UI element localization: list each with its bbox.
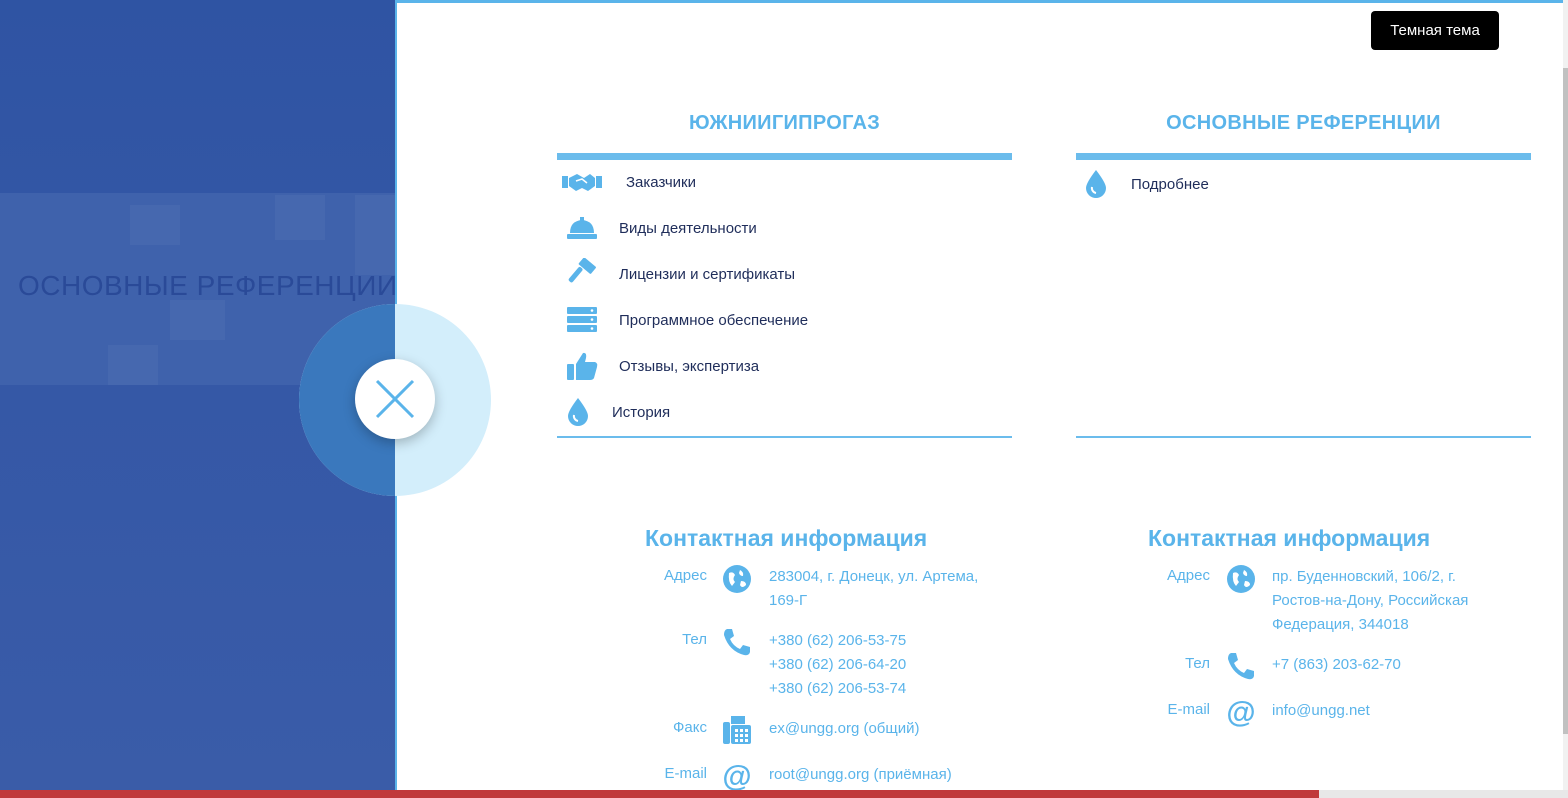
menu-item-label: Программное обеспечение [619, 311, 809, 329]
menu-item-label: Подробнее [1131, 175, 1209, 193]
menu-item-software[interactable]: Программное обеспечение [562, 302, 808, 338]
phone-link[interactable]: +380 (62) 206-53-75 [769, 629, 906, 653]
address-value: пр. Буденновский, 106/2, г. Ростов-на-До… [1272, 565, 1468, 637]
phone-label: Тел [1185, 655, 1210, 672]
menu-item-label: Лицензии и сертификаты [619, 265, 796, 283]
server-icon [562, 302, 602, 338]
menu-item-more[interactable]: Подробнее [1076, 166, 1209, 202]
fax-label: Факс [673, 719, 707, 736]
bottom-bar-rest [1319, 790, 1568, 798]
menu-item-licenses[interactable]: Лицензии и сертификаты [562, 256, 795, 292]
close-button[interactable] [355, 359, 435, 439]
gavel-icon [562, 256, 602, 292]
decor-square [170, 300, 225, 340]
email-value[interactable]: root@ungg.org (приёмная) [769, 763, 952, 787]
scrollbar-thumb[interactable] [1563, 68, 1568, 734]
globe-icon [720, 562, 754, 596]
menu-left-bar [557, 153, 1012, 160]
top-line [395, 0, 1568, 3]
close-icon [375, 379, 415, 419]
at-icon: @ [720, 759, 754, 793]
hardhat-icon [562, 210, 602, 246]
menu-item-customers[interactable]: Заказчики [562, 164, 696, 200]
menu-item-history[interactable]: История [558, 394, 670, 430]
thumbs-up-icon [562, 348, 602, 384]
decor-square [275, 195, 325, 240]
email-label: E-mail [1167, 701, 1210, 718]
email-label: E-mail [664, 765, 707, 782]
menu-item-label: Заказчики [626, 173, 696, 191]
menu-item-label: Виды деятельности [619, 219, 757, 237]
phone-icon [720, 625, 754, 659]
globe-icon [1224, 562, 1258, 596]
address-value: 283004, г. Донецк, ул. Артема, 169-Г [769, 565, 978, 613]
menu-item-reviews[interactable]: Отзывы, экспертиза [562, 348, 759, 384]
menu-right-bar [1076, 153, 1531, 160]
menu-right-bottom [1076, 436, 1531, 438]
address-label: Адрес [1167, 567, 1210, 584]
phone-link[interactable]: +380 (62) 206-64-20 [769, 653, 906, 677]
dark-theme-button[interactable]: Темная тема [1371, 11, 1499, 50]
handshake-icon [562, 164, 602, 200]
menu-right-title: ОСНОВНЫЕ РЕФЕРЕНЦИИ [1166, 112, 1441, 134]
address-line: 283004, г. Донецк, ул. Артема, [769, 568, 979, 585]
phone-values: +380 (62) 206-53-75 +380 (62) 206-64-20 … [769, 629, 906, 701]
email-value[interactable]: info@ungg.net [1272, 699, 1370, 723]
address-line: пр. Буденновский, 106/2, г. [1272, 568, 1456, 585]
svg-text:@: @ [722, 760, 751, 792]
decor-square [355, 195, 395, 275]
phone-label: Тел [682, 631, 707, 648]
menu-item-activities[interactable]: Виды деятельности [562, 210, 757, 246]
decor-square [108, 345, 158, 385]
phone-icon [1224, 649, 1258, 683]
address-line: Ростов-на-Дону, Российская [1272, 592, 1469, 609]
contacts-right-title: Контактная информация [1148, 525, 1431, 551]
svg-text:@: @ [1226, 696, 1255, 728]
menu-item-label: История [612, 403, 671, 421]
fax-value[interactable]: ex@ungg.org (общий) [769, 717, 919, 741]
menu-left-bottom [557, 436, 1012, 438]
menu-item-label: Отзывы, экспертиза [619, 357, 760, 375]
fax-icon [720, 713, 754, 747]
left-panel-title: ОСНОВНЫЕ РЕФЕРЕНЦИИ [18, 270, 395, 301]
drop-icon [558, 394, 598, 430]
decor-square [130, 205, 180, 245]
phone-link[interactable]: +7 (863) 203-62-70 [1272, 653, 1401, 677]
drop-icon [1076, 166, 1116, 202]
address-line: Федерация, 344018 [1272, 616, 1409, 633]
phone-link[interactable]: +380 (62) 206-53-74 [769, 677, 906, 701]
address-line: 169-Г [769, 592, 808, 609]
at-icon: @ [1224, 695, 1258, 729]
menu-left-title: ЮЖНИИГИПРОГАЗ [688, 112, 881, 134]
contacts-left-title: Контактная информация [645, 525, 928, 551]
address-label: Адрес [664, 567, 707, 584]
bottom-bar [0, 790, 1319, 798]
